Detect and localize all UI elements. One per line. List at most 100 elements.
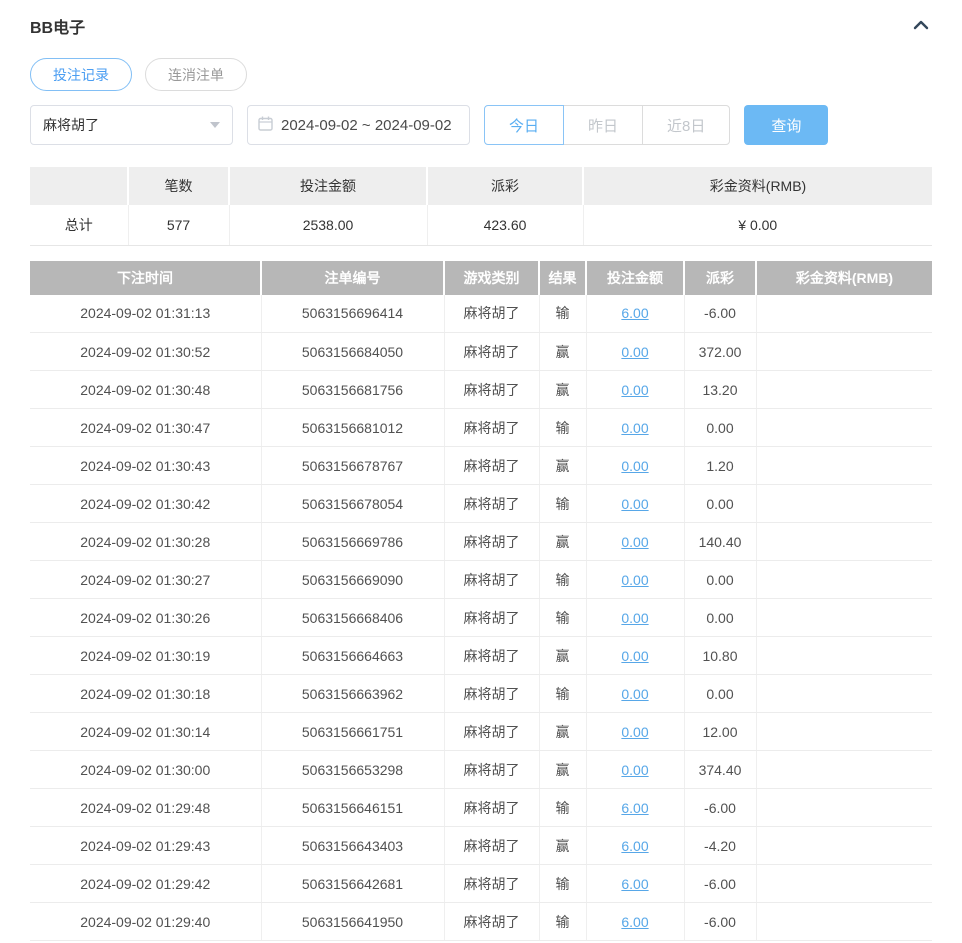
bet-amount-link[interactable]: 0.00 (621, 762, 648, 778)
table-row: 2024-09-02 01:29:48 5063156646151 麻将胡了 输… (30, 788, 932, 827)
table-row: 2024-09-02 01:30:19 5063156664663 麻将胡了 赢… (30, 636, 932, 675)
bet-amount-link[interactable]: 0.00 (621, 686, 648, 702)
table-row: 2024-09-02 01:30:52 5063156684050 麻将胡了 赢… (30, 332, 932, 371)
bonus-cell (755, 522, 932, 561)
bet-amount-cell: 0.00 (585, 712, 684, 751)
bonus-cell (755, 750, 932, 789)
collapse-panel-button[interactable] (910, 16, 932, 37)
bet-time-cell: 2024-09-02 01:30:42 (30, 484, 261, 523)
panel-header: BB电子 (30, 14, 932, 38)
bet-amount-link[interactable]: 0.00 (621, 344, 648, 360)
bet-time-cell: 2024-09-02 01:30:18 (30, 674, 261, 713)
bet-time-cell: 2024-09-02 01:30:48 (30, 370, 261, 409)
bet-amount-link[interactable]: 6.00 (621, 305, 648, 321)
bet-time-cell: 2024-09-02 01:31:13 (30, 294, 261, 333)
header-game-type: 游戏类别 (443, 260, 539, 295)
chevron-up-icon (912, 18, 930, 35)
table-row: 2024-09-02 01:30:42 5063156678054 麻将胡了 输… (30, 484, 932, 523)
bet-amount-link[interactable]: 0.00 (621, 458, 648, 474)
bet-time-cell: 2024-09-02 01:30:00 (30, 750, 261, 789)
bet-time-cell: 2024-09-02 01:29:42 (30, 864, 261, 903)
bet-amount-link[interactable]: 0.00 (621, 534, 648, 550)
summary-total-count: 577 (127, 205, 229, 246)
summary-total-payout: 423.60 (426, 205, 583, 246)
summary-total-bonus: ¥ 0.00 (582, 205, 932, 246)
bet-amount-link[interactable]: 0.00 (621, 648, 648, 664)
bonus-cell (755, 446, 932, 485)
bet-amount-link[interactable]: 6.00 (621, 914, 648, 930)
result-cell: 输 (538, 598, 586, 637)
bet-amount-cell: 0.00 (585, 674, 684, 713)
header-bet-time: 下注时间 (30, 260, 261, 295)
payout-cell: -6.00 (683, 902, 756, 941)
summary-total-bet-amount: 2538.00 (228, 205, 427, 246)
bet-table: 下注时间 注单编号 游戏类别 结果 投注金额 派彩 彩金资料(RMB) 2024… (30, 260, 932, 941)
date-range-input[interactable]: 2024-09-02 ~ 2024-09-02 (247, 105, 470, 145)
result-cell: 输 (538, 674, 586, 713)
bet-table-header-row: 下注时间 注单编号 游戏类别 结果 投注金额 派彩 彩金资料(RMB) (30, 260, 932, 295)
summary-header-row: 笔数 投注金额 派彩 彩金资料(RMB) (30, 167, 932, 205)
table-row: 2024-09-02 01:30:00 5063156653298 麻将胡了 赢… (30, 750, 932, 789)
bet-amount-link[interactable]: 0.00 (621, 724, 648, 740)
bet-amount-cell: 6.00 (585, 864, 684, 903)
result-cell: 赢 (538, 332, 586, 371)
payout-cell: 372.00 (683, 332, 756, 371)
tab-bet-records[interactable]: 投注记录 (30, 58, 132, 91)
bonus-cell (755, 826, 932, 865)
result-cell: 输 (538, 788, 586, 827)
bet-time-cell: 2024-09-02 01:29:40 (30, 902, 261, 941)
quick-yesterday-button[interactable]: 昨日 (563, 105, 644, 145)
bet-amount-link[interactable]: 0.00 (621, 610, 648, 626)
payout-cell: 1.20 (683, 446, 756, 485)
bet-time-cell: 2024-09-02 01:29:48 (30, 788, 261, 827)
bet-amount-link[interactable]: 0.00 (621, 572, 648, 588)
game-type-cell: 麻将胡了 (443, 902, 539, 941)
quick-date-group: 今日 昨日 近8日 (484, 105, 731, 145)
game-select[interactable]: 麻将胡了 (30, 105, 233, 145)
bet-amount-link[interactable]: 6.00 (621, 876, 648, 892)
payout-cell: 0.00 (683, 408, 756, 447)
bet-id-cell: 5063156664663 (260, 636, 444, 675)
payout-cell: 13.20 (683, 370, 756, 409)
search-button[interactable]: 查询 (744, 105, 829, 145)
game-type-cell: 麻将胡了 (443, 598, 539, 637)
bonus-cell (755, 560, 932, 599)
bet-amount-cell: 6.00 (585, 294, 684, 333)
bet-amount-link[interactable]: 6.00 (621, 838, 648, 854)
result-cell: 赢 (538, 712, 586, 751)
bet-amount-cell: 0.00 (585, 598, 684, 637)
bet-records-panel: BB电子 投注记录 连消注单 麻将胡了 2024-09-02 ~ 2024-09… (0, 0, 962, 941)
payout-cell: 0.00 (683, 674, 756, 713)
quick-last8days-button[interactable]: 近8日 (642, 105, 731, 145)
summary-total-row: 总计 577 2538.00 423.60 ¥ 0.00 (30, 205, 932, 246)
game-select-value: 麻将胡了 (43, 117, 99, 133)
game-type-cell: 麻将胡了 (443, 636, 539, 675)
game-type-cell: 麻将胡了 (443, 408, 539, 447)
bet-id-cell: 5063156643403 (260, 826, 444, 865)
header-bet-id: 注单编号 (260, 260, 444, 295)
tab-cancelled-bets[interactable]: 连消注单 (145, 58, 247, 91)
bet-id-cell: 5063156678767 (260, 446, 444, 485)
bet-amount-link[interactable]: 0.00 (621, 496, 648, 512)
bet-amount-cell: 0.00 (585, 522, 684, 561)
game-type-cell: 麻将胡了 (443, 750, 539, 789)
bet-id-cell: 5063156681012 (260, 408, 444, 447)
bet-amount-link[interactable]: 0.00 (621, 382, 648, 398)
game-type-cell: 麻将胡了 (443, 712, 539, 751)
bet-amount-link[interactable]: 6.00 (621, 800, 648, 816)
table-row: 2024-09-02 01:30:43 5063156678767 麻将胡了 赢… (30, 446, 932, 485)
result-cell: 赢 (538, 636, 586, 675)
bonus-cell (755, 902, 932, 941)
date-range-value: 2024-09-02 ~ 2024-09-02 (281, 116, 452, 134)
payout-cell: -6.00 (683, 864, 756, 903)
result-cell: 赢 (538, 370, 586, 409)
bet-amount-link[interactable]: 0.00 (621, 420, 648, 436)
bet-id-cell: 5063156681756 (260, 370, 444, 409)
game-type-cell: 麻将胡了 (443, 826, 539, 865)
bet-id-cell: 5063156653298 (260, 750, 444, 789)
bet-amount-cell: 0.00 (585, 750, 684, 789)
bet-time-cell: 2024-09-02 01:30:52 (30, 332, 261, 371)
result-cell: 赢 (538, 750, 586, 789)
quick-today-button[interactable]: 今日 (484, 105, 565, 145)
summary-header-empty (30, 167, 128, 205)
